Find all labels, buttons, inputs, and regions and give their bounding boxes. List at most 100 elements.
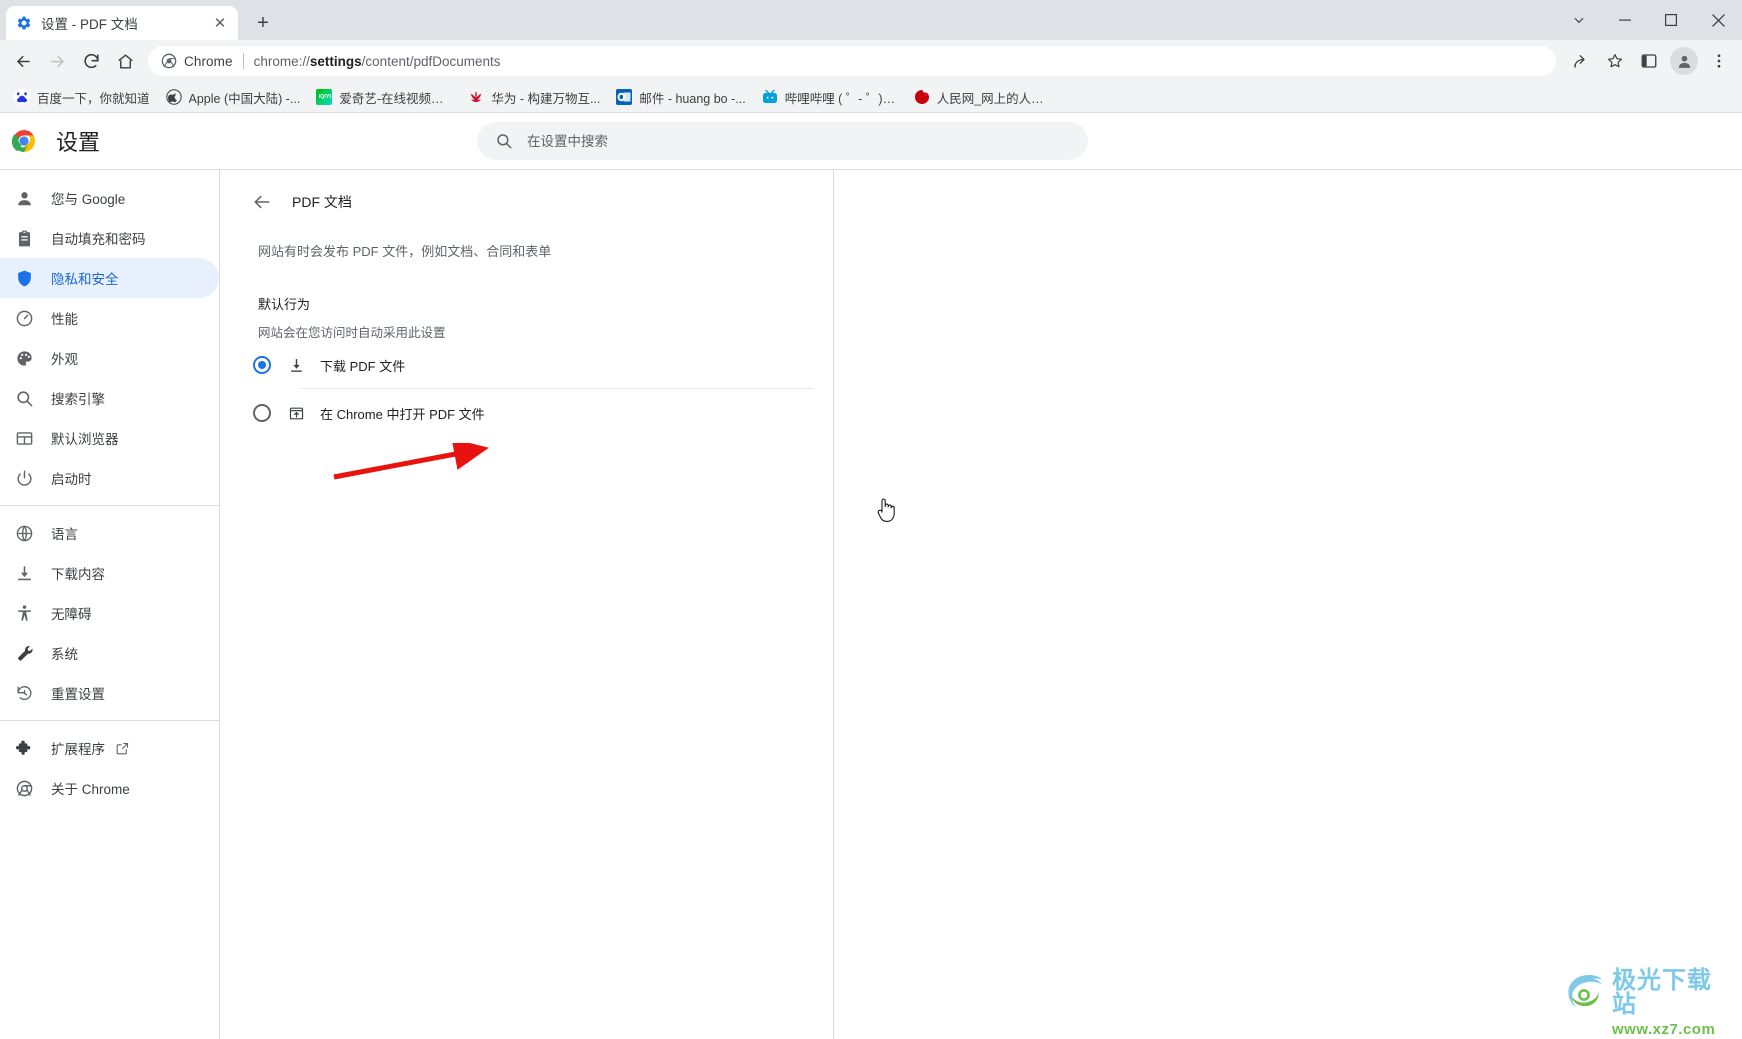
bookmark-label: 百度一下，你就知道	[37, 91, 150, 106]
sidebar-item-system[interactable]: 系统	[0, 633, 219, 673]
hand-pointer-cursor	[875, 496, 899, 524]
radio-option-download-pdf[interactable]: 下载 PDF 文件	[240, 341, 813, 389]
window-close-button[interactable]	[1694, 0, 1742, 40]
side-panel-icon[interactable]	[1632, 44, 1666, 78]
bookmark-item[interactable]: 华为 - 构建万物互...	[460, 85, 608, 109]
toolbar-right-actions	[1564, 44, 1736, 78]
back-arrow-icon[interactable]	[244, 184, 280, 220]
settings-search-box[interactable]	[477, 122, 1088, 160]
sidebar-item-performance[interactable]: 性能	[0, 298, 219, 338]
bookmark-item[interactable]: 哔哩哔哩 ( ゜- ゜)つ...	[754, 85, 906, 109]
tab-strip: 设置 - PDF 文档 ✕ +	[0, 0, 1742, 40]
page-title: 设置	[56, 130, 101, 155]
browser-tab[interactable]: 设置 - PDF 文档 ✕	[6, 6, 238, 40]
download-icon	[286, 355, 306, 375]
history-restore-icon	[13, 682, 35, 704]
sidebar-item-label: 默认浏览器	[51, 432, 119, 447]
sidebar-item-on-startup[interactable]: 启动时	[0, 458, 219, 498]
sidebar-divider	[0, 720, 219, 721]
bookmark-item[interactable]: 百度一下，你就知道	[6, 85, 158, 109]
sidebar-item-appearance[interactable]: 外观	[0, 338, 219, 378]
power-icon	[13, 467, 35, 489]
omnibox[interactable]: Chrome chrome://settings/content/pdfDocu…	[148, 46, 1556, 76]
bookmark-label: Apple (中国大陆) -...	[188, 91, 301, 106]
detail-title: PDF 文档	[292, 194, 352, 210]
speedometer-icon	[13, 307, 35, 329]
bookmark-item[interactable]: iQIYI 爱奇艺-在线视频网...	[308, 85, 460, 109]
bookmarks-bar: 百度一下，你就知道 Apple (中国大陆) -... iQIYI 爱奇艺-在线…	[0, 82, 1742, 113]
search-input[interactable]	[527, 133, 1070, 149]
url-bold: settings	[309, 53, 362, 69]
sidebar-item-privacy-and-security[interactable]: 隐私和安全	[0, 258, 219, 298]
baidu-icon	[14, 89, 30, 105]
sidebar-item-label: 启动时	[51, 472, 92, 487]
settings-page: 设置 您与 Google 自动填充和密码	[0, 113, 1742, 1039]
bookmark-label: 邮件 - huang bo -...	[639, 91, 746, 106]
sidebar-item-label: 语言	[51, 527, 78, 542]
default-behavior-title: 默认行为	[258, 297, 311, 312]
sidebar-item-label: 重置设置	[51, 687, 105, 702]
radio-button-selected[interactable]	[253, 356, 271, 374]
palette-icon	[13, 347, 35, 369]
new-tab-button[interactable]: +	[248, 8, 278, 38]
sidebar-item-label: 自动填充和密码	[51, 232, 146, 247]
three-dot-menu-icon[interactable]	[1702, 44, 1736, 78]
reload-icon[interactable]	[74, 44, 108, 78]
radio-option-open-in-chrome[interactable]: 在 Chrome 中打开 PDF 文件	[240, 389, 813, 437]
chrome-icon	[161, 53, 177, 69]
minimize-button[interactable]	[1602, 0, 1648, 40]
sidebar-item-search-engine[interactable]: 搜索引擎	[0, 378, 219, 418]
home-icon[interactable]	[108, 44, 142, 78]
omnibox-chip-label: Chrome	[184, 53, 233, 69]
default-behavior-subtitle: 网站会在您访问时自动采用此设置	[258, 326, 446, 340]
bookmark-item[interactable]: 邮件 - huang bo -...	[608, 85, 753, 109]
share-icon[interactable]	[1564, 44, 1598, 78]
radio-button-unselected[interactable]	[253, 404, 271, 422]
sidebar-item-accessibility[interactable]: 无障碍	[0, 593, 219, 633]
bookmark-label: 哔哩哔哩 ( ゜- ゜)つ...	[784, 91, 898, 106]
person-icon	[13, 187, 35, 209]
sidebar-item-reset-settings[interactable]: 重置设置	[0, 673, 219, 713]
puzzle-icon	[13, 737, 35, 759]
tab-title: 设置 - PDF 文档	[41, 17, 138, 32]
sidebar-item-default-browser[interactable]: 默认浏览器	[0, 418, 219, 458]
omnibox-site-chip[interactable]: Chrome	[161, 53, 233, 69]
settings-header: 设置	[0, 113, 1742, 169]
sidebar-item-about-chrome[interactable]: 关于 Chrome	[0, 768, 219, 808]
apple-icon	[165, 89, 182, 105]
sidebar-item-downloads[interactable]: 下载内容	[0, 553, 219, 593]
bookmark-label: 华为 - 构建万物互...	[491, 91, 601, 106]
maximize-button[interactable]	[1648, 0, 1694, 40]
wrench-icon	[13, 642, 35, 664]
forward-icon	[40, 44, 74, 78]
close-icon[interactable]: ✕	[211, 14, 229, 32]
bilibili-icon	[762, 89, 778, 105]
omnibox-url: chrome://settings/content/pdfDocuments	[254, 54, 501, 69]
sidebar-item-extensions[interactable]: 扩展程序	[0, 728, 219, 768]
sidebar-item-label: 搜索引擎	[51, 392, 105, 407]
chrome-logo-icon	[11, 129, 36, 153]
tab-search-icon[interactable]	[1556, 0, 1602, 40]
globe-icon	[13, 522, 35, 544]
browser-toolbar: Chrome chrome://settings/content/pdfDocu…	[0, 40, 1742, 82]
sidebar-divider	[0, 505, 219, 506]
back-icon[interactable]	[6, 44, 40, 78]
people-icon	[914, 89, 930, 105]
settings-content: PDF 文档 网站有时会发布 PDF 文件，例如文档、合同和表单 默认行为 网站…	[219, 169, 1742, 1039]
star-icon[interactable]	[1598, 44, 1632, 78]
huawei-icon	[468, 89, 484, 105]
bookmark-item[interactable]: Apple (中国大陆) -...	[158, 85, 309, 109]
bookmark-label: 爱奇艺-在线视频网...	[339, 91, 453, 106]
bookmark-item[interactable]: 人民网_网上的人民...	[906, 85, 1058, 109]
search-icon	[495, 132, 513, 150]
settings-body: 您与 Google 自动填充和密码 隐私和安全 性能 外观 搜索引擎 默认浏览器…	[0, 169, 1742, 1039]
sidebar-item-label: 外观	[51, 352, 78, 367]
pdf-documents-card: PDF 文档 网站有时会发布 PDF 文件，例如文档、合同和表单 默认行为 网站…	[220, 170, 833, 437]
accessibility-icon	[13, 602, 35, 624]
sidebar-item-languages[interactable]: 语言	[0, 513, 219, 553]
clipboard-icon	[13, 227, 35, 249]
sidebar-item-label: 下载内容	[51, 567, 105, 582]
sidebar-item-you-and-google[interactable]: 您与 Google	[0, 178, 219, 218]
sidebar-item-autofill[interactable]: 自动填充和密码	[0, 218, 219, 258]
avatar[interactable]	[1670, 47, 1698, 75]
